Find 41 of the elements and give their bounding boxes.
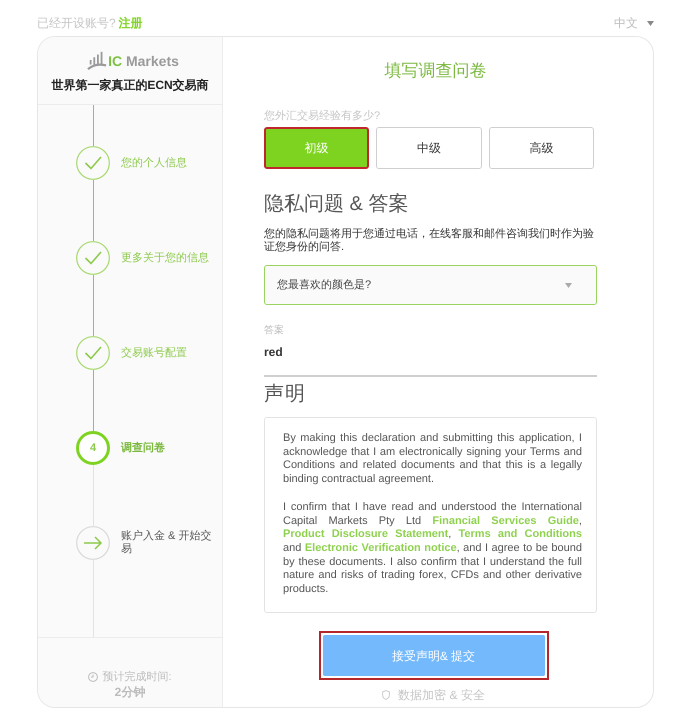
declaration-link[interactable]: Financial Services Guide — [432, 514, 579, 527]
form-title: 填写调查问卷 — [384, 60, 488, 82]
step-label: 您的个人信息 — [121, 156, 188, 170]
estimate-value: 2分钟 — [114, 684, 146, 700]
experience-option[interactable]: 高级 — [488, 127, 594, 169]
clock-icon — [88, 672, 98, 682]
timeline-connector — [93, 370, 94, 431]
step-number: 4 — [76, 431, 110, 465]
question-label: 您外汇交易经验有多少? — [264, 109, 382, 123]
step-label: 更多关于您的信息 — [121, 252, 210, 264]
timeline-connector — [93, 105, 94, 146]
timeline-connector — [93, 275, 94, 336]
logo-wordmark: IC Markets — [108, 52, 179, 70]
account-prompt: 已经开设账号? — [37, 15, 116, 31]
language-select[interactable]: 中文 — [614, 15, 654, 31]
step-label: 交易账号配置 — [121, 346, 188, 360]
answer-label: 答案 — [264, 325, 285, 337]
shield-icon — [382, 690, 390, 700]
experience-option[interactable]: 中级 — [376, 127, 482, 169]
estimate-label: 预计完成时间: — [102, 670, 172, 684]
experience-option[interactable]: 初级 — [264, 127, 370, 169]
question-select[interactable]: 您最喜欢的颜色是? — [264, 265, 597, 305]
privacy-heading: 隐私问题 & 答案 — [264, 192, 410, 216]
caret-icon — [565, 282, 572, 288]
step-label: 调查问卷 — [121, 442, 166, 454]
step-label: 账户入金 & 开始交易 — [121, 530, 212, 556]
caret-icon — [647, 20, 654, 26]
declaration-link[interactable]: Electronic Verification notice — [304, 542, 457, 554]
declaration-link[interactable]: Product Disclosure Statement — [283, 528, 448, 540]
answer-field[interactable]: red — [264, 341, 597, 377]
privacy-description: 您的隐私问题将用于您通过电话，在线客服和邮件咨询我们时作为验证您身份的问答. — [264, 228, 595, 254]
declaration-heading: 声明 — [264, 382, 307, 406]
declaration-paragraph: By making this declaration and submitting this application, I acknowledge that I am electronically signing your Terms and Conditions and related documents and that this is a legally binding contractual agreement. — [283, 432, 582, 487]
declaration-paragraph: I confirm that I have read and understood the International Capital Markets Pty Ltd Financial Services Guide, Product Disclosure Statement, Terms and Conditions and Electronic Verification notice, and I agree to be bound by these documents. I also confirm that I understand the full nature and risks of trading forex, CFDs and other derivative products. — [283, 500, 582, 597]
security-note: 数据加密 & 安全 — [398, 687, 485, 703]
logo-bars-icon — [87, 50, 108, 70]
declaration-link[interactable]: Terms and Conditions — [458, 528, 582, 540]
submit-button[interactable]: 接受声明& 提交 — [322, 635, 544, 676]
tagline: 世界第一家真正的ECN交易商 — [51, 77, 209, 93]
register-link[interactable]: 注册 — [118, 15, 143, 31]
timeline-connector — [93, 180, 94, 241]
